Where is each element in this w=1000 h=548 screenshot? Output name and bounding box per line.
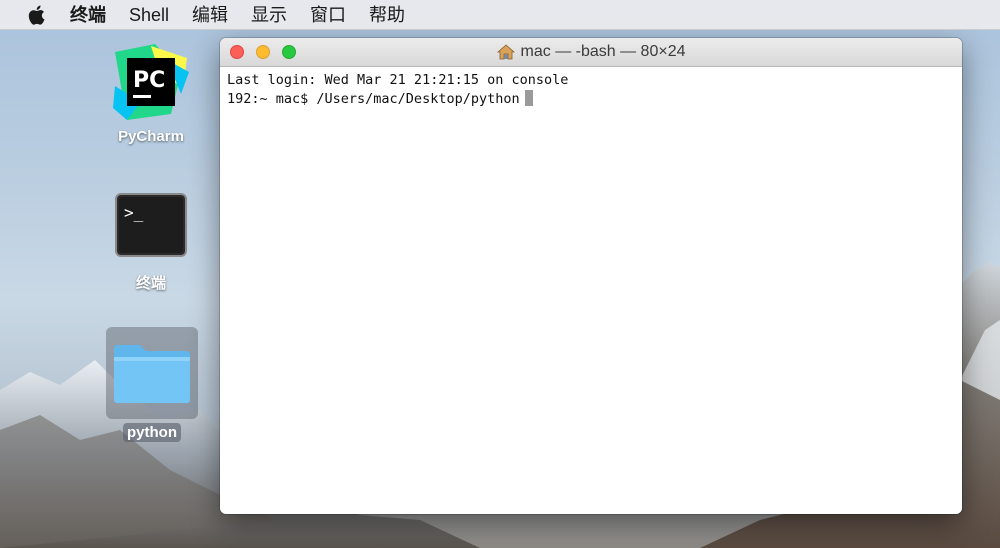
menu-shell[interactable]: Shell — [129, 0, 169, 30]
terminal-window[interactable]: mac — -bash — 80×24 Last login: Wed Mar … — [220, 38, 962, 514]
desktop-icon-pycharm[interactable]: PC PyCharm — [96, 42, 206, 145]
desktop-icon-label: python — [123, 423, 181, 442]
selection-highlight — [106, 327, 198, 419]
terminal-content[interactable]: Last login: Wed Mar 21 21:21:15 on conso… — [220, 67, 962, 113]
window-title: mac — -bash — 80×24 — [220, 38, 962, 66]
window-title-text: mac — -bash — 80×24 — [520, 43, 686, 60]
folder-icon — [114, 345, 190, 403]
desktop-icon-terminal[interactable]: >_ 终端 — [96, 192, 206, 293]
terminal-icon-text: >_ — [124, 203, 144, 222]
text-cursor — [524, 90, 533, 106]
desktop: 终端 Shell 编辑 显示 窗口 帮助 PC PyCharm >_ 终端 py… — [0, 0, 1000, 548]
desktop-icon-label: PyCharm — [118, 128, 184, 145]
pycharm-app-icon: PC — [113, 44, 189, 120]
desktop-icon-python-folder[interactable]: python — [97, 327, 207, 442]
menu-bar: 终端 Shell 编辑 显示 窗口 帮助 — [0, 0, 1000, 30]
menu-window[interactable]: 窗口 — [310, 0, 346, 30]
menu-edit[interactable]: 编辑 — [192, 0, 228, 30]
terminal-line: 192:~ mac$ /Users/mac/Desktop/python — [227, 91, 520, 107]
menu-view[interactable]: 显示 — [251, 0, 287, 30]
menu-help[interactable]: 帮助 — [369, 0, 405, 30]
terminal-line: Last login: Wed Mar 21 21:21:15 on conso… — [227, 72, 569, 88]
menu-terminal[interactable]: 终端 — [70, 0, 106, 30]
home-icon — [496, 44, 515, 60]
desktop-icon-label: 终端 — [135, 275, 166, 292]
terminal-app-icon: >_ — [115, 193, 187, 257]
apple-logo-icon[interactable] — [26, 4, 46, 26]
pycharm-icon-text: PC — [133, 68, 165, 93]
window-titlebar[interactable]: mac — -bash — 80×24 — [220, 38, 962, 67]
terminal-line-prompt: 192:~ mac$ /Users/mac/Desktop/python — [227, 90, 955, 109]
